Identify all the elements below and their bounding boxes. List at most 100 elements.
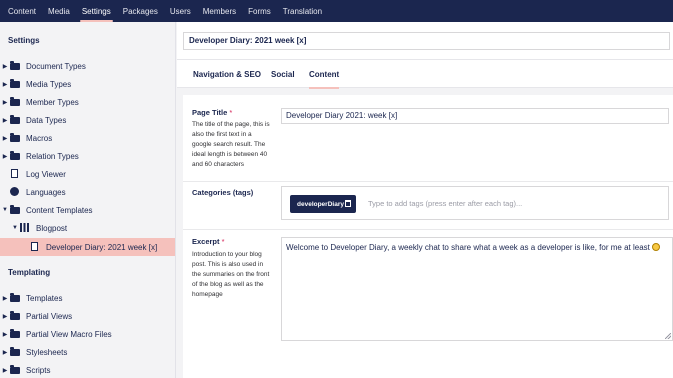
folder-icon [10, 61, 20, 71]
page-title-input[interactable]: Developer Diary 2021: week [x] [281, 108, 669, 124]
nav-packages[interactable]: Packages [117, 0, 164, 22]
caret-down-icon[interactable]: ▼ [0, 207, 10, 213]
tree-item-member-types[interactable]: ▶ Member Types [0, 94, 175, 110]
folder-icon [10, 97, 20, 107]
divider [183, 229, 673, 230]
tree-item-label: Data Types [26, 115, 67, 125]
editor-tabs: Navigation & SEO Social Content [177, 60, 673, 89]
tree-item-log-viewer[interactable]: Log Viewer [0, 166, 175, 182]
tree-item-partial-view-macro-files[interactable]: ▶ Partial View Macro Files [0, 326, 175, 342]
excerpt-textarea[interactable]: Welcome to Developer Diary, a weekly cha… [281, 237, 673, 341]
settings-sidebar: Settings ▶ Document Types ▶ Media Types … [0, 22, 176, 378]
excerpt-text: Welcome to Developer Diary, a weekly cha… [286, 243, 650, 252]
excerpt-description: Introduction to your blog post. This is … [192, 251, 270, 298]
grid-icon [20, 223, 30, 233]
tree-item-label: Member Types [26, 97, 79, 107]
tab-social[interactable]: Social [271, 60, 295, 88]
property-excerpt: Excerpt * Introduction to your blog post… [183, 237, 673, 347]
required-marker: * [221, 237, 225, 246]
folder-icon [10, 365, 20, 375]
nav-translation[interactable]: Translation [277, 0, 328, 22]
caret-right-icon[interactable]: ▶ [0, 153, 10, 160]
tree-item-label: Content Templates [26, 205, 93, 215]
tree-item-label: Document Types [26, 61, 86, 71]
property-page-title: Page Title * The title of the page, this… [183, 108, 673, 178]
folder-icon [10, 79, 20, 89]
folder-icon [10, 347, 20, 357]
tab-content[interactable]: Content [309, 60, 340, 89]
tab-navigation-seo[interactable]: Navigation & SEO [193, 60, 261, 88]
nav-settings[interactable]: Settings [76, 0, 117, 22]
node-name-input[interactable]: Developer Diary: 2021 week [x] [183, 32, 670, 50]
caret-right-icon[interactable]: ▶ [0, 117, 10, 124]
sidebar-heading-templating: Templating [8, 268, 51, 277]
folder-icon [10, 133, 20, 143]
nav-members[interactable]: Members [197, 0, 242, 22]
tree-item-label: Relation Types [26, 151, 79, 161]
nav-users[interactable]: Users [164, 0, 197, 22]
document-icon [10, 169, 20, 179]
excerpt-label: Excerpt * [192, 237, 225, 246]
sidebar-heading-settings: Settings [8, 36, 40, 45]
tree-item-label: Stylesheets [26, 347, 68, 357]
name-bar: Developer Diary: 2021 week [x] [177, 22, 673, 60]
tag-chip[interactable]: developerDiary [290, 195, 356, 213]
tree-item-content-templates[interactable]: ▼ Content Templates [0, 202, 175, 218]
tree-item-blogpost[interactable]: ▼ Blogpost [0, 220, 175, 236]
caret-right-icon[interactable]: ▶ [0, 135, 10, 142]
tree-item-document-types[interactable]: ▶ Document Types [0, 58, 175, 74]
tree-item-data-types[interactable]: ▶ Data Types [0, 112, 175, 128]
nav-media[interactable]: Media [42, 0, 76, 22]
caret-right-icon[interactable]: ▶ [0, 331, 10, 338]
tags-input[interactable]: developerDiary Type to add tags (press e… [281, 186, 669, 220]
nav-forms[interactable]: Forms [242, 0, 277, 22]
tree-item-label: Templates [26, 293, 63, 303]
divider [183, 181, 673, 182]
tree-item-label: Blogpost [36, 223, 68, 233]
caret-down-icon[interactable]: ▼ [10, 225, 20, 231]
caret-right-icon[interactable]: ▶ [0, 63, 10, 70]
tree-item-partial-views[interactable]: ▶ Partial Views [0, 308, 175, 324]
tree-item-label: Macros [26, 133, 53, 143]
tree-item-developer-diary[interactable]: Developer Diary: 2021 week [x] [0, 238, 175, 256]
folder-icon [10, 151, 20, 161]
top-navigation: Content Media Settings Packages Users Me… [0, 0, 673, 22]
page-title-label: Page Title * [192, 108, 233, 117]
categories-label: Categories (tags) [192, 188, 254, 197]
caret-right-icon[interactable]: ▶ [0, 367, 10, 374]
nav-content[interactable]: Content [2, 0, 42, 22]
content-editor: Developer Diary: 2021 week [x] Navigatio… [177, 22, 673, 378]
tree-item-label: Scripts [26, 365, 51, 375]
tree-item-templates[interactable]: ▶ Templates [0, 290, 175, 306]
caret-right-icon[interactable]: ▶ [0, 81, 10, 88]
folder-icon [10, 311, 20, 321]
caret-right-icon[interactable]: ▶ [0, 99, 10, 106]
required-marker: * [229, 108, 233, 117]
tree-item-languages[interactable]: Languages [0, 184, 175, 200]
folder-icon [10, 329, 20, 339]
caret-right-icon[interactable]: ▶ [0, 349, 10, 356]
page-title-description: The title of the page, this is also the … [192, 121, 270, 168]
resize-grip-icon[interactable] [665, 333, 671, 339]
folder-icon [10, 205, 20, 215]
tree-item-macros[interactable]: ▶ Macros [0, 130, 175, 146]
folder-icon [10, 115, 20, 125]
tag-label: developerDiary [297, 200, 344, 208]
tree-item-media-types[interactable]: ▶ Media Types [0, 76, 175, 92]
tree-item-scripts[interactable]: ▶ Scripts [0, 362, 175, 378]
caret-right-icon[interactable]: ▶ [0, 295, 10, 302]
tree-item-label: Media Types [26, 79, 72, 89]
globe-icon [10, 187, 20, 197]
tree-item-label: Developer Diary: 2021 week [x] [46, 242, 158, 252]
tree-item-label: Log Viewer [26, 169, 66, 179]
folder-icon [10, 293, 20, 303]
smiley-icon [651, 243, 660, 251]
tree-item-stylesheets[interactable]: ▶ Stylesheets [0, 344, 175, 360]
trash-icon[interactable] [345, 200, 351, 207]
caret-right-icon[interactable]: ▶ [0, 313, 10, 320]
tree-item-label: Partial Views [26, 311, 73, 321]
tree-item-label: Partial View Macro Files [26, 329, 112, 339]
properties-panel: Page Title * The title of the page, this… [183, 95, 673, 378]
tree-item-relation-types[interactable]: ▶ Relation Types [0, 148, 175, 164]
document-icon [30, 242, 40, 252]
